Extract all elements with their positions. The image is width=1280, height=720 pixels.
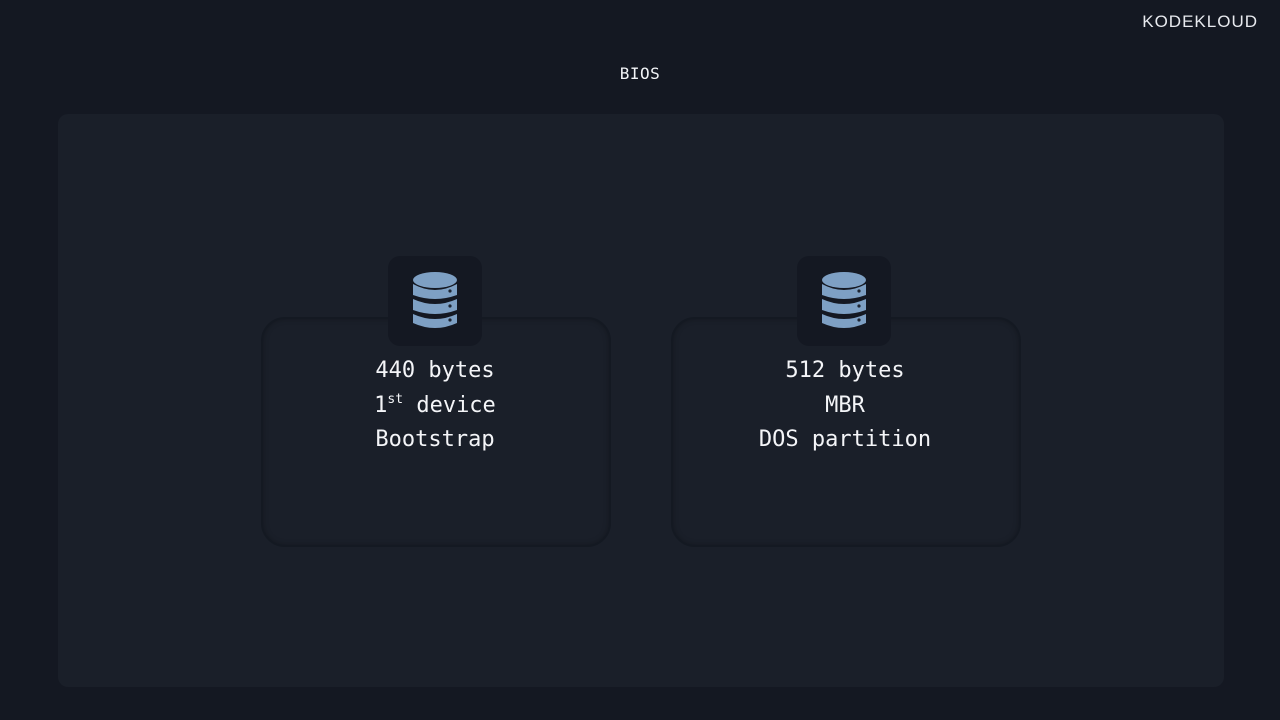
card-line: 512 bytes [785, 358, 905, 383]
kodekloud-logo: KODEKLOUD [1142, 12, 1258, 31]
slide-title: BIOS [619, 64, 661, 83]
ordinal-number: 1 [374, 392, 388, 418]
content-panel [58, 114, 1224, 687]
database-icon [797, 256, 891, 346]
device-label: device [416, 392, 496, 418]
card-line: MBR [825, 392, 865, 418]
ordinal-suffix: st [387, 391, 404, 407]
card-text-left: 440 bytes 1st device Bootstrap [262, 354, 608, 458]
card-text-right: 512 bytes MBR DOS partition [672, 354, 1018, 458]
card-line: DOS partition [758, 427, 932, 452]
card-line: 440 bytes [375, 358, 495, 383]
card-line: Bootstrap [375, 427, 495, 452]
database-icon [388, 256, 482, 346]
card-line: 1st device [262, 389, 608, 424]
